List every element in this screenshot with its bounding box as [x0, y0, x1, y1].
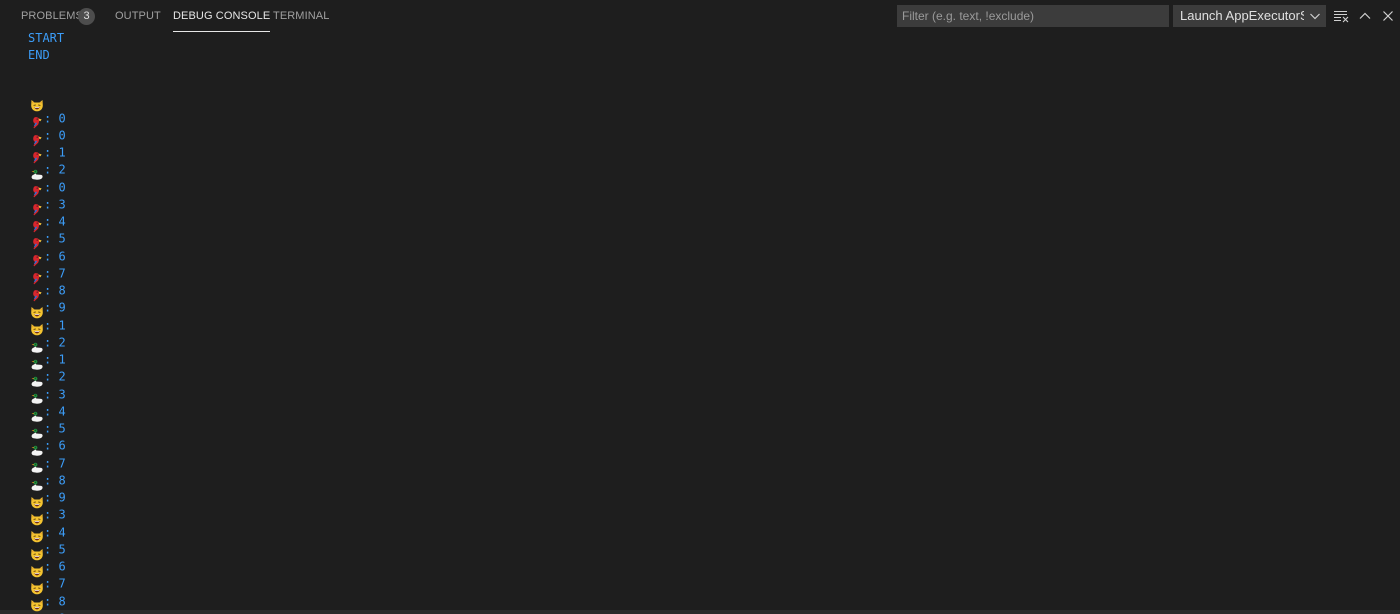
duck-emoji-icon [30, 375, 44, 422]
duck-emoji-icon [30, 306, 44, 353]
chevron-up-icon[interactable] [1357, 8, 1373, 24]
launch-config-select[interactable]: Launch AppExecutorService [1173, 5, 1326, 27]
launch-config-value: Launch AppExecutorService [1180, 8, 1304, 23]
cat-face-emoji-icon [30, 461, 44, 509]
console-line-text: START [28, 31, 65, 45]
cat-face-emoji-icon [30, 513, 44, 560]
parrot-emoji-icon [30, 203, 44, 250]
console-line: : 7 [28, 530, 1368, 591]
duck-emoji-icon [30, 444, 44, 491]
console-line: : 9 [28, 444, 1368, 505]
console-line: : 5 [28, 185, 1368, 246]
problems-count-badge: 3 [78, 8, 95, 25]
console-line: : 9 [28, 565, 1368, 614]
debug-panel: PROBLEMS 3 OUTPUT DEBUG CONSOLE TERMINAL… [0, 0, 1400, 614]
console-line-text: : 8 [44, 594, 66, 608]
panel-tab-bar: PROBLEMS 3 OUTPUT DEBUG CONSOLE TERMINAL… [0, 0, 1400, 33]
parrot-emoji-icon [30, 99, 44, 146]
parrot-emoji-icon [30, 151, 44, 198]
console-line: : 4 [28, 479, 1368, 539]
cat-face-emoji-icon [30, 479, 44, 526]
console-line: : 2 [28, 116, 1368, 177]
console-line: : 1 [28, 99, 1368, 160]
console-line: : 8 [28, 548, 1368, 608]
parrot-emoji-icon [30, 237, 44, 284]
console-line: : 2 [28, 289, 1368, 349]
tab-debug-console[interactable]: DEBUG CONSOLE [173, 0, 271, 32]
console-line: : 3 [28, 151, 1368, 211]
debug-console-output: START END : 0 : 0 : 1 : 2 : 0 : 3: 4: … [28, 30, 1368, 614]
console-line: : 6 [28, 203, 1368, 263]
console-line: : 1 [28, 272, 1368, 332]
console-line: : 3 [28, 341, 1368, 401]
console-line: : 0 [28, 134, 1368, 194]
duck-emoji-icon [30, 134, 44, 180]
duck-emoji-icon [30, 410, 44, 456]
clear-console-icon[interactable] [1333, 8, 1349, 24]
console-line: : 1 [28, 306, 1368, 367]
console-line-text: END [28, 48, 50, 63]
parrot-emoji-icon [30, 168, 44, 215]
cat-face-emoji-icon [30, 496, 44, 543]
chevron-down-icon [1310, 13, 1320, 20]
parrot-emoji-icon [30, 185, 44, 233]
console-line: : 6 [28, 513, 1368, 574]
cat-face-emoji-icon [30, 530, 44, 578]
console-line: : 6 [28, 392, 1368, 453]
console-line: : 0 [28, 82, 1368, 142]
cat-face-emoji-icon [30, 65, 44, 112]
console-line: END [28, 47, 1368, 64]
duck-emoji-icon [30, 427, 44, 473]
console-line: : 8 [28, 237, 1368, 298]
console-line: : 8 [28, 427, 1368, 487]
console-line: : 9 [28, 254, 1368, 315]
parrot-emoji-icon [30, 254, 44, 302]
tab-terminal[interactable]: TERMINAL [273, 0, 329, 31]
console-line: : 7 [28, 410, 1368, 470]
console-line: : 5 [28, 375, 1368, 436]
parrot-emoji-icon [30, 220, 44, 267]
parrot-emoji-icon [30, 116, 44, 164]
cat-face-emoji-icon [30, 272, 44, 319]
parrot-emoji-icon [30, 82, 44, 129]
console-line: : 2 [28, 323, 1368, 384]
console-line: START [28, 30, 1368, 47]
cat-face-emoji-icon [30, 289, 44, 336]
duck-emoji-icon [30, 323, 44, 370]
close-icon[interactable] [1380, 8, 1396, 24]
cat-face-emoji-icon [30, 548, 44, 595]
duck-emoji-icon [30, 392, 44, 439]
console-filter-input[interactable] [897, 5, 1169, 27]
duck-emoji-icon [30, 341, 44, 387]
console-line: : 3 [28, 461, 1368, 522]
duck-emoji-icon [30, 358, 44, 404]
cat-face-emoji-icon [30, 565, 44, 612]
console-line: : 0 [28, 65, 1368, 125]
console-line: : 4 [28, 168, 1368, 229]
tab-output[interactable]: OUTPUT [115, 0, 161, 31]
console-line: : 4 [28, 358, 1368, 418]
tab-problems[interactable]: PROBLEMS [21, 0, 83, 31]
console-line: : 5 [28, 496, 1368, 556]
console-line: : 7 [28, 220, 1368, 280]
